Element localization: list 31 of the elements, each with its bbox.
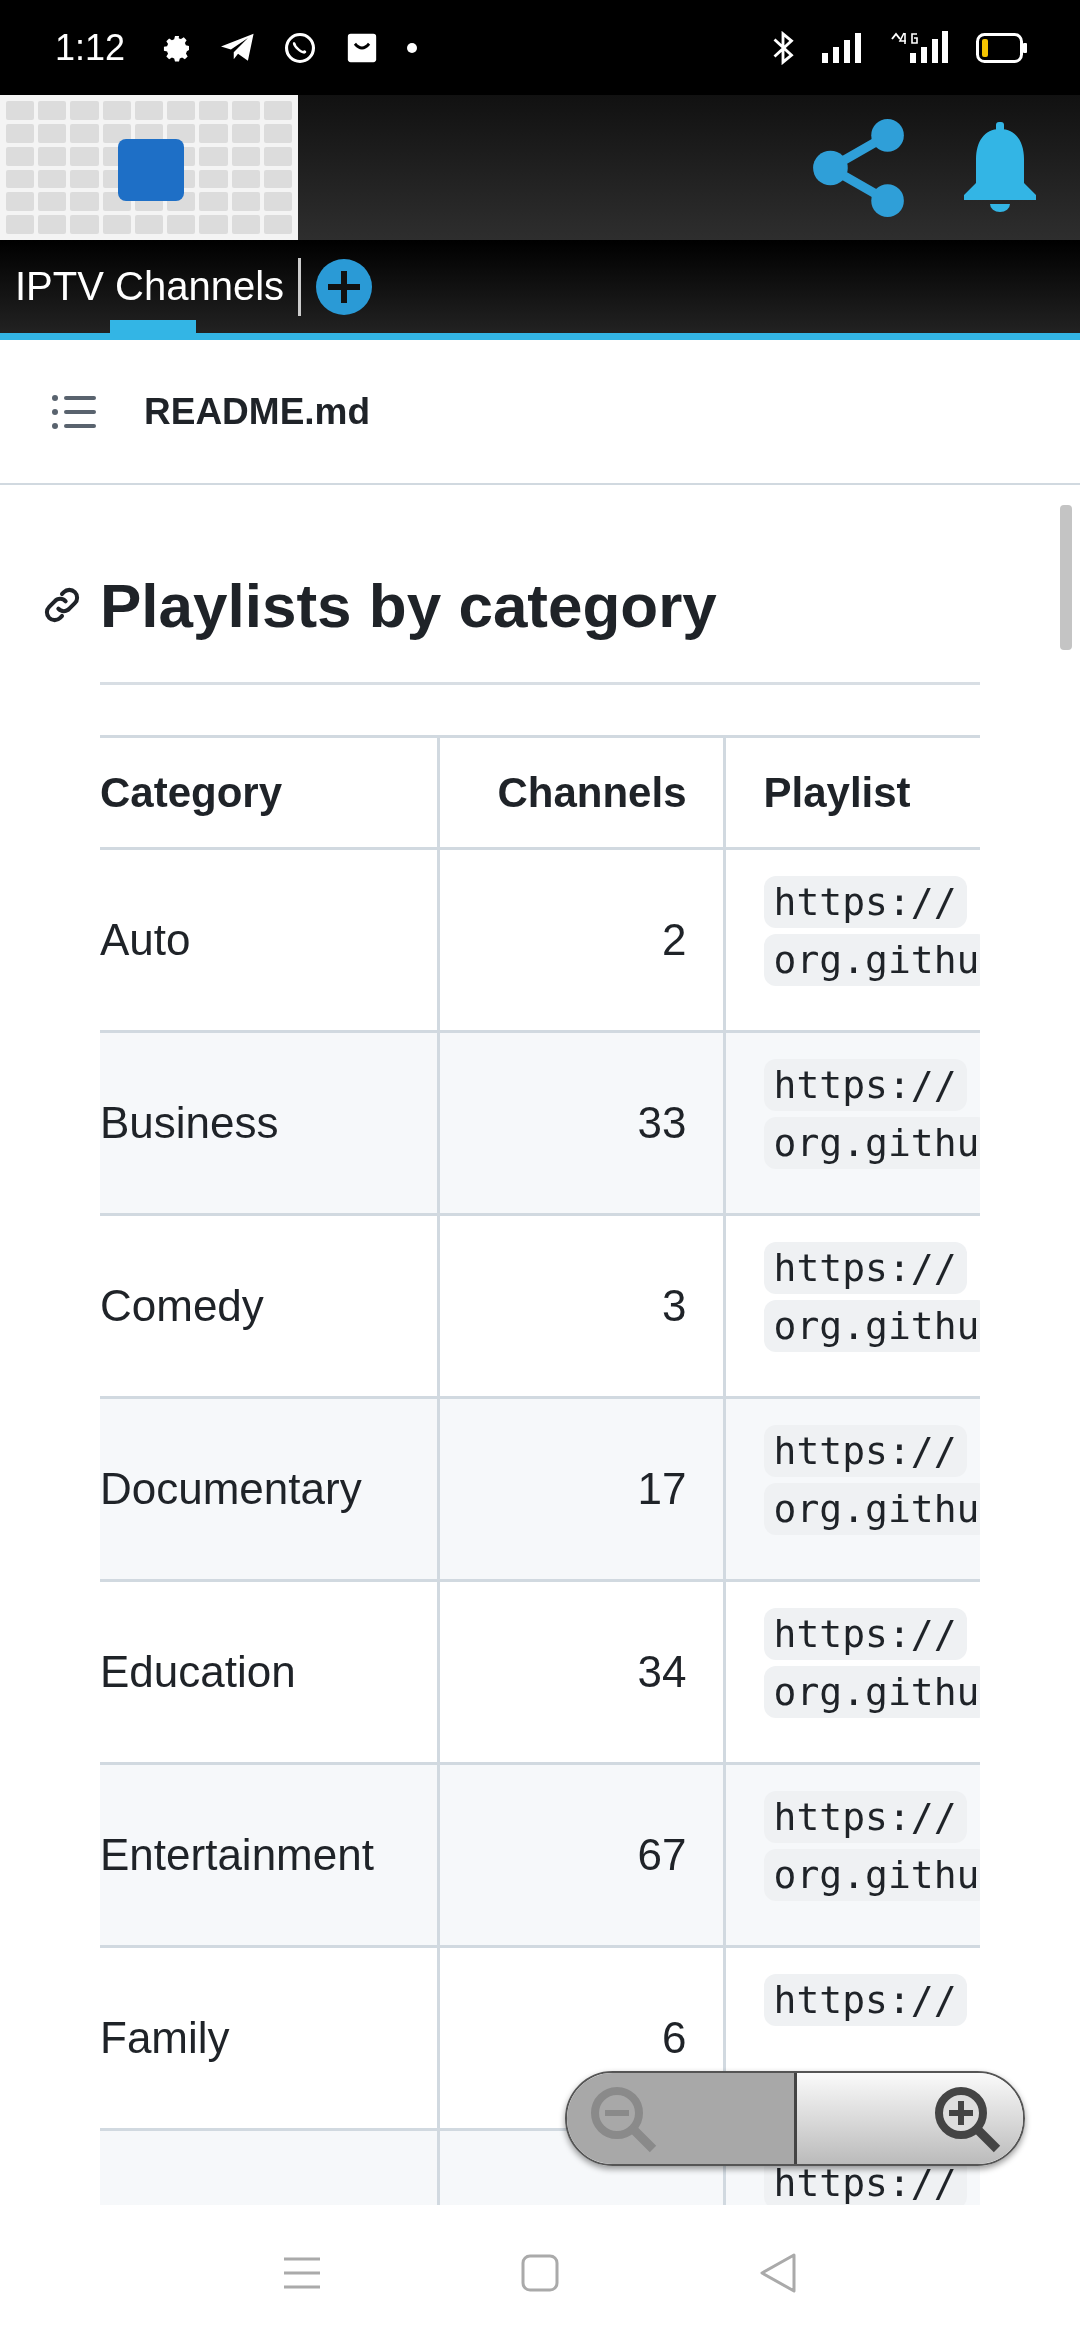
zoom-in-button[interactable] (796, 2073, 1023, 2164)
playlist-url: https:// (763, 1425, 967, 1477)
playlist-url: org.githu (763, 1666, 980, 1718)
mobile-data-icon (890, 30, 948, 65)
menu-icon (283, 2255, 321, 2290)
playlist-url: org.githu (763, 1483, 980, 1535)
zoom-out-button[interactable] (567, 2073, 797, 2164)
list-icon[interactable] (52, 394, 96, 429)
scrollbar[interactable] (1060, 505, 1072, 650)
section-heading: Playlists by category (100, 569, 717, 641)
chat-bubble-icon (283, 30, 318, 65)
square-icon (521, 2253, 559, 2292)
battery-icon (976, 32, 1028, 63)
playlist-url: https:// (763, 1059, 967, 1111)
signal-icon (822, 32, 862, 63)
playlist-url: https:// (763, 876, 967, 928)
playlist-url: https:// (763, 1608, 967, 1660)
playlist-url: https:// (763, 1974, 967, 2026)
playlist-url: org.githu (763, 1849, 980, 1901)
bluetooth-icon (772, 30, 794, 65)
dot-icon (407, 42, 418, 53)
playlist-url: https:// (763, 1242, 967, 1294)
back-triangle-icon (759, 2251, 797, 2294)
playlist-url: org.githu (763, 1300, 980, 1352)
clock: 1:12 (55, 26, 126, 69)
playlist-url: org.githu (763, 1117, 980, 1169)
add-tab-icon[interactable] (315, 257, 374, 316)
playlist-url: https:// (763, 1791, 967, 1843)
playlist-url: org.githu (763, 934, 980, 986)
paper-plane-icon (221, 32, 256, 63)
file-name: README.md (144, 390, 371, 433)
